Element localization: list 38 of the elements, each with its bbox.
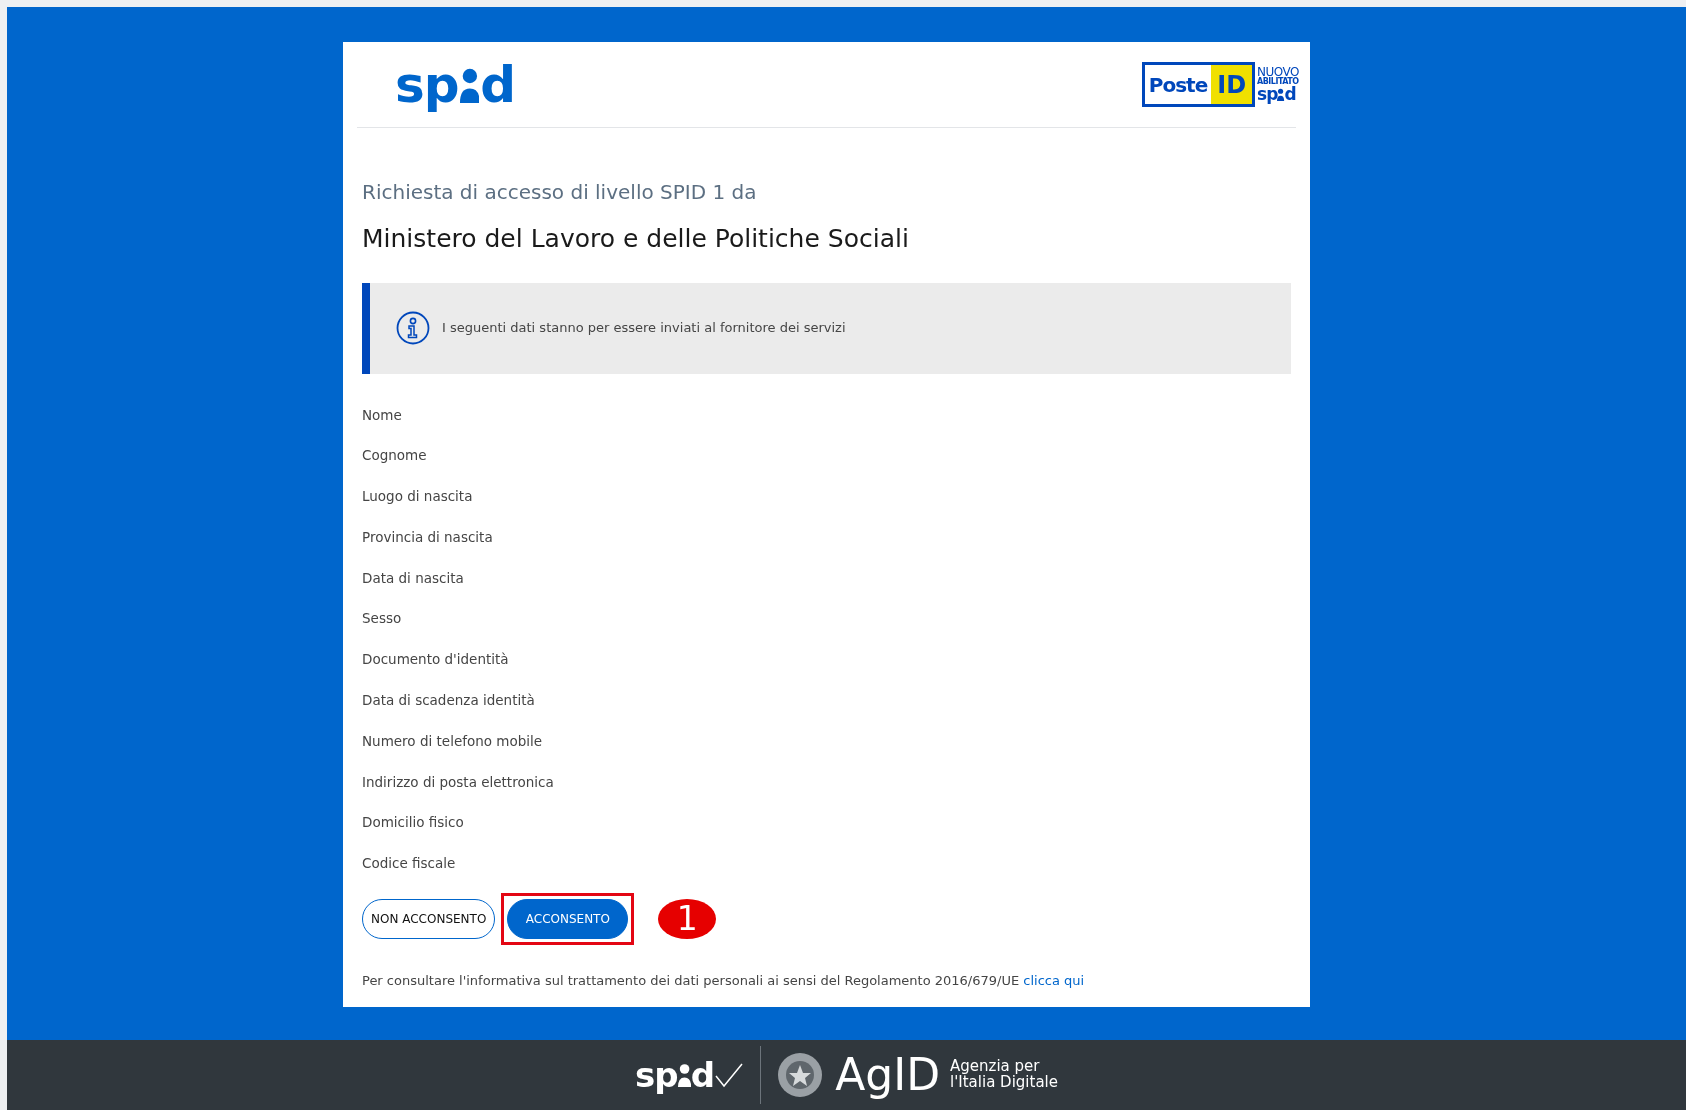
attribute-label: Indirizzo di posta elettronica <box>362 772 555 792</box>
agid-logo-text: AgID <box>835 1053 940 1097</box>
decline-button[interactable]: NON ACCONSENTO <box>362 899 496 940</box>
privacy-link[interactable]: clicca qui <box>1023 973 1085 989</box>
agency-name-text: l'Italia Digitale <box>950 1075 1058 1091</box>
attribute-label: Numero di telefono mobile <box>362 731 544 751</box>
agency-name-text: Agenzia per <box>950 1059 1040 1075</box>
person-dot-icon <box>459 66 480 103</box>
spid-logo-text: d <box>690 1053 715 1097</box>
attribute-label: Data di scadenza identità <box>362 691 536 711</box>
logo-text: ID <box>1211 65 1253 104</box>
request-subtitle: Richiesta di accesso di livello SPID 1 da <box>362 179 758 206</box>
service-provider-title: Ministero del Lavoro e delle Politiche Sociali <box>362 223 910 255</box>
attribute-label: Documento d'identità <box>362 650 510 670</box>
info-text: I seguenti dati stanno per essere inviati al fornitore dei servizi <box>442 319 846 338</box>
attribute-label: Sesso <box>362 609 403 629</box>
person-dot-icon <box>1277 88 1285 101</box>
spid-logo-text: d <box>1284 86 1296 103</box>
spid-logo-text: d <box>480 59 516 110</box>
attribute-label: Nome <box>362 405 403 425</box>
attribute-label: Data di nascita <box>362 568 465 588</box>
step-number-badge: 1 <box>658 899 717 940</box>
attribute-label: Luogo di nascita <box>362 487 474 507</box>
spid-logo-text: sp <box>395 59 459 110</box>
person-dot-icon <box>677 1063 691 1087</box>
attribute-label: Domicilio fisico <box>362 813 465 833</box>
attribute-label: Provincia di nascita <box>362 527 494 547</box>
attribute-label: Codice fiscale <box>362 854 457 874</box>
attribute-label: Cognome <box>362 446 428 466</box>
check-icon <box>714 1062 745 1088</box>
logo-text: ABILITATO <box>1257 78 1299 86</box>
info-icon <box>396 311 430 345</box>
privacy-text: Per consultare l'informativa sul trattamento dei dati personali ai sensi del Regolamento 2016/679/UE clicca qui <box>362 972 1086 991</box>
spid-logo-text: sp <box>635 1053 678 1097</box>
spid-logo-text: sp <box>1257 86 1278 103</box>
consent-button[interactable]: ACCONSENTO <box>507 899 629 940</box>
logo-text: Poste <box>1147 71 1209 99</box>
logo-text: NUOVO <box>1257 66 1299 78</box>
